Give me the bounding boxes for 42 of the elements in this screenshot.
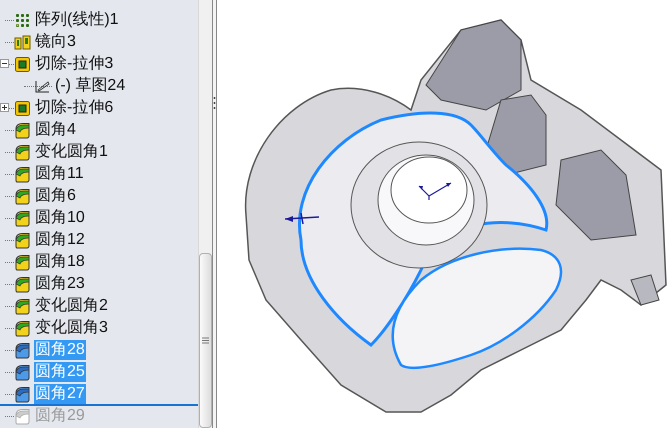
axis-triad-icon (284, 212, 320, 225)
fillet-icon (14, 342, 31, 358)
fillet-icon (14, 276, 31, 292)
fillet-icon (14, 188, 31, 204)
feature-tree-item[interactable]: 阵列(线性)1 (34, 10, 120, 30)
grip-icon (202, 337, 209, 344)
splitter[interactable] (212, 0, 217, 428)
fillet-icon (14, 210, 31, 226)
collapse-icon[interactable] (0, 59, 9, 68)
cut-icon (14, 100, 31, 116)
fillet-icon (14, 122, 31, 138)
feature-tree-item[interactable]: 圆角23 (34, 274, 86, 294)
fillet-icon (14, 320, 31, 336)
pattern-icon (14, 12, 31, 28)
feature-tree-item[interactable]: 切除-拉伸3 (34, 54, 114, 74)
scrollbar[interactable] (198, 0, 212, 428)
suppressed-fillet-icon (14, 408, 31, 424)
fillet-icon (14, 386, 31, 402)
fillet-icon (14, 298, 31, 314)
feature-tree-item[interactable]: (-) 草图24 (54, 76, 126, 96)
fillet-icon (14, 166, 31, 182)
cut-icon (14, 56, 31, 72)
grip-icon (213, 96, 216, 110)
feature-tree-item[interactable]: 圆角6 (34, 186, 77, 206)
scrollbar-thumb[interactable] (199, 253, 212, 428)
feature-tree-item[interactable]: 变化圆角2 (34, 296, 109, 316)
fillet-icon (14, 144, 31, 160)
feature-tree-item[interactable]: 圆角10 (34, 208, 86, 228)
feature-tree-item[interactable]: 圆角11 (34, 164, 85, 184)
feature-tree-item[interactable]: 变化圆角3 (34, 318, 109, 338)
feature-tree-item[interactable]: 变化圆角1 (34, 142, 109, 162)
feature-tree-item[interactable]: 切除-拉伸6 (34, 98, 114, 118)
feature-tree-item[interactable]: 镜向3 (34, 32, 77, 52)
expand-icon[interactable] (0, 103, 9, 112)
origin-triad-icon (418, 182, 452, 201)
mirror-icon (14, 34, 31, 50)
feature-tree-item[interactable]: 圆角18 (34, 252, 86, 272)
fillet-icon (14, 232, 31, 248)
feature-tree-item[interactable]: 圆角4 (34, 120, 77, 140)
feature-tree-item[interactable]: 圆角12 (34, 230, 86, 250)
fillet-icon (14, 364, 31, 380)
fillet-icon (14, 254, 31, 270)
